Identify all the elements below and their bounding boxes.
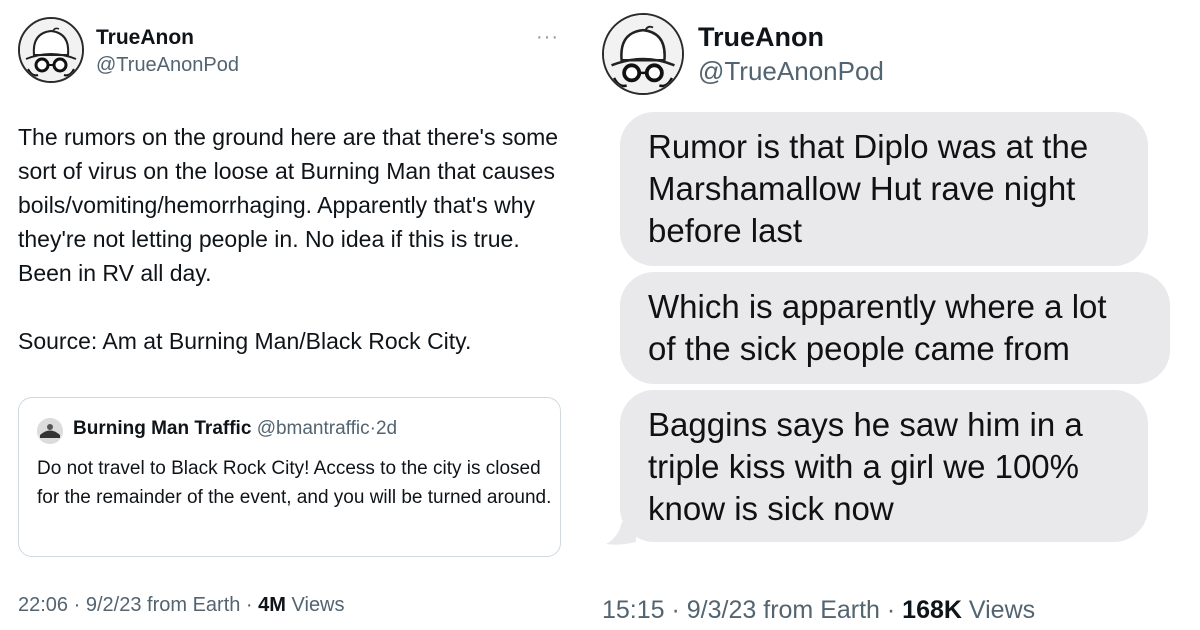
quote-avatar: [37, 418, 63, 444]
display-name[interactable]: TrueAnon: [698, 22, 824, 53]
more-icon[interactable]: ···: [536, 26, 559, 49]
burning-man-traffic-avatar-icon: [37, 418, 63, 444]
avatar[interactable]: [602, 13, 684, 95]
tweet-time[interactable]: 22:06: [18, 594, 68, 616]
views-count: 4M: [258, 594, 286, 616]
tweet-text: The rumors on the ground here are that t…: [18, 124, 559, 354]
views-count: 168K: [902, 596, 962, 624]
handle[interactable]: @TrueAnonPod: [96, 54, 239, 77]
tweet-source: from Earth: [763, 596, 880, 624]
quote-tweet[interactable]: Burning Man Traffic @bmantraffic·2d Do n…: [18, 397, 561, 557]
left-tweet: TrueAnon @TrueAnonPod ··· The rumors on …: [0, 0, 590, 630]
bucket-hat-avatar-icon: [604, 15, 682, 93]
quote-display-name[interactable]: Burning Man Traffic: [73, 418, 251, 439]
views-label: Views: [291, 594, 345, 616]
bubble-tail-icon: [606, 522, 636, 545]
tweet-source: from Earth: [147, 594, 241, 616]
quote-handle[interactable]: @bmantraffic: [257, 418, 370, 439]
tweet-meta: 22:06 · 9/2/23 from Earth · 4M Views: [18, 594, 345, 616]
avatar[interactable]: [18, 17, 84, 83]
quote-text: Do not travel to Black Rock City! Access…: [37, 458, 552, 508]
quote-age[interactable]: 2d: [376, 418, 397, 439]
tweet-date[interactable]: 9/3/23: [687, 596, 757, 624]
display-name[interactable]: TrueAnon: [96, 26, 194, 50]
message-bubble: Rumor is that Diplo was at the Marshamal…: [620, 112, 1148, 266]
bucket-hat-avatar-icon: [20, 19, 82, 81]
message-bubble: Which is apparently where a lot of the s…: [620, 272, 1170, 384]
message-bubble: Baggins says he saw him in a triple kiss…: [620, 390, 1148, 542]
tweet-date[interactable]: 9/2/23: [86, 594, 142, 616]
tweet-meta: 15:15 · 9/3/23 from Earth · 168K Views: [602, 596, 1036, 624]
tweet-time[interactable]: 15:15: [602, 596, 665, 624]
handle[interactable]: @TrueAnonPod: [698, 56, 884, 87]
views-label: Views: [968, 596, 1036, 624]
quote-header: Burning Man Traffic @bmantraffic·2d: [73, 418, 397, 440]
